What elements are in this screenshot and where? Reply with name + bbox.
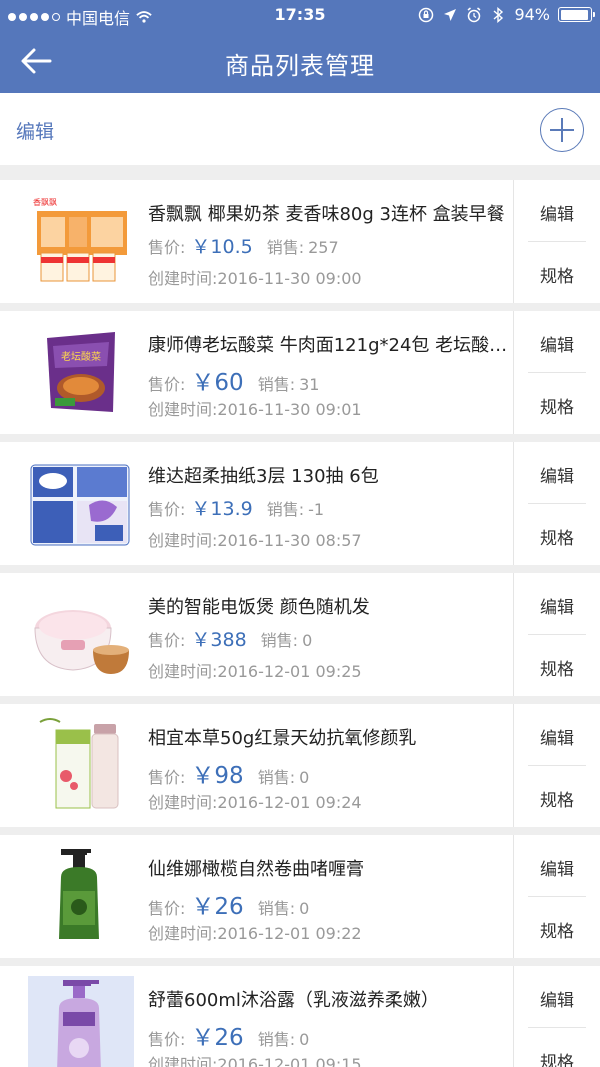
product-price: ￥26: [191, 894, 244, 920]
divider: [528, 896, 586, 897]
spec-button[interactable]: 规格: [514, 655, 600, 680]
edit-product-button[interactable]: 编辑: [514, 462, 600, 487]
nav-bar: 商品列表管理: [0, 30, 600, 93]
price-label: 售价:: [148, 1030, 186, 1049]
divider: [528, 372, 586, 373]
sales-label: 销售:: [266, 238, 305, 257]
product-name: 维达超柔抽纸3层 130抽 6包: [148, 466, 379, 487]
milk-tea-cups-icon: 香飘飘: [28, 190, 134, 290]
price-label: 售价:: [148, 631, 186, 650]
edit-product-button[interactable]: 编辑: [514, 986, 600, 1011]
sales-label: 销售:: [257, 768, 296, 787]
price-label: 售价:: [148, 238, 186, 257]
product-name: 香飘飘 椰果奶茶 麦香味80g 3连杯 盒装早餐: [148, 204, 505, 225]
toolbar: 编辑: [0, 93, 600, 165]
battery-percent: 94%: [514, 5, 550, 24]
spec-button[interactable]: 规格: [514, 524, 600, 549]
product-sales: 0: [299, 899, 310, 918]
price-label: 售价:: [148, 899, 186, 918]
sales-label: 销售:: [266, 500, 305, 519]
edit-product-button[interactable]: 编辑: [514, 593, 600, 618]
spec-button[interactable]: 规格: [514, 393, 600, 418]
pump-bottle-icon: [28, 845, 134, 945]
product-created-time: 创建时间:2016-12-01 09:25: [148, 662, 362, 681]
tissue-pack-icon: [28, 452, 134, 552]
product-name: 舒蕾600ml沐浴露（乳液滋养柔嫩）: [148, 990, 439, 1011]
location-icon: [442, 7, 458, 23]
product-sales: 0: [302, 631, 313, 650]
product-created-time: 创建时间:2016-12-01 09:15: [148, 1055, 362, 1067]
product-name: 康师傅老坛酸菜 牛肉面121g*24包 老坛酸菜牛肉面: [148, 335, 513, 356]
product-price: ￥13.9: [191, 498, 253, 520]
product-created-time: 创建时间:2016-11-30 09:01: [148, 400, 362, 419]
product-created-time: 创建时间:2016-12-01 09:24: [148, 793, 362, 812]
product-price: ￥98: [191, 763, 244, 789]
product-row[interactable]: 老坛酸菜 康师傅老坛酸菜 牛肉面121g*24包 老坛酸菜牛肉面 售价: ￥60…: [0, 311, 600, 434]
divider: [528, 503, 586, 504]
product-created-time: 创建时间:2016-12-01 09:22: [148, 924, 362, 943]
lock-rotation-icon: [418, 7, 434, 23]
product-row[interactable]: 香飘飘 香飘飘 椰果奶茶 麦香味80g 3连杯 盒装早餐 售价: ￥10.5 销…: [0, 180, 600, 303]
spec-button[interactable]: 规格: [514, 917, 600, 942]
divider: [528, 241, 586, 242]
divider: [528, 765, 586, 766]
sales-label: 销售:: [257, 1030, 296, 1049]
product-name: 相宜本草50g红景天幼抗氧修颜乳: [148, 728, 417, 749]
cosmetic-tube-icon: [28, 714, 134, 814]
divider: [528, 1027, 586, 1028]
page-title: 商品列表管理: [225, 52, 375, 80]
product-row[interactable]: 相宜本草50g红景天幼抗氧修颜乳 售价: ￥98 销售: 0 创建时间:2016…: [0, 704, 600, 827]
price-label: 售价:: [148, 375, 186, 394]
product-sales: 0: [299, 768, 310, 787]
battery-icon: [558, 7, 595, 22]
sales-label: 销售:: [257, 899, 296, 918]
product-price: ￥60: [191, 370, 244, 396]
status-bar: 中国电信 17:35 94%: [0, 0, 600, 30]
edit-list-button[interactable]: 编辑: [16, 117, 54, 144]
svg-text:香飘飘: 香飘飘: [33, 197, 57, 207]
product-created-time: 创建时间:2016-11-30 09:00: [148, 269, 362, 288]
add-product-button[interactable]: [540, 108, 584, 152]
product-row[interactable]: 维达超柔抽纸3层 130抽 6包 售价: ￥13.9 销售: -1 创建时间:2…: [0, 442, 600, 565]
product-sales: 257: [308, 238, 339, 257]
spec-button[interactable]: 规格: [514, 262, 600, 287]
bluetooth-icon: [490, 6, 506, 23]
alarm-icon: [466, 6, 482, 23]
svg-text:老坛酸菜: 老坛酸菜: [61, 350, 101, 363]
edit-product-button[interactable]: 编辑: [514, 855, 600, 880]
sales-label: 销售:: [257, 375, 296, 394]
sales-label: 销售:: [260, 631, 299, 650]
product-sales: 31: [299, 375, 320, 394]
product-row[interactable]: 美的智能电饭煲 颜色随机发 售价: ￥388 销售: 0 创建时间:2016-1…: [0, 573, 600, 696]
product-created-time: 创建时间:2016-11-30 08:57: [148, 531, 362, 550]
product-sales: -1: [308, 500, 325, 519]
product-name: 美的智能电饭煲 颜色随机发: [148, 597, 370, 618]
body-wash-bottle-icon: [28, 976, 134, 1067]
price-label: 售价:: [148, 768, 186, 787]
edit-product-button[interactable]: 编辑: [514, 724, 600, 749]
product-price: ￥388: [191, 629, 247, 651]
product-price: ￥10.5: [191, 236, 253, 258]
product-sales: 0: [299, 1030, 310, 1049]
spec-button[interactable]: 规格: [514, 786, 600, 811]
product-row[interactable]: 仙维娜橄榄自然卷曲啫喱膏 售价: ￥26 销售: 0 创建时间:2016-12-…: [0, 835, 600, 958]
rice-cooker-icon: [28, 583, 134, 683]
divider: [528, 634, 586, 635]
instant-noodle-pack-icon: 老坛酸菜: [28, 321, 134, 421]
plus-icon: [550, 118, 574, 142]
product-name: 仙维娜橄榄自然卷曲啫喱膏: [148, 859, 364, 880]
product-price: ￥26: [191, 1025, 244, 1051]
spec-button[interactable]: 规格: [514, 1048, 600, 1067]
product-row[interactable]: 舒蕾600ml沐浴露（乳液滋养柔嫩） 售价: ￥26 销售: 0 创建时间:20…: [0, 966, 600, 1067]
price-label: 售价:: [148, 500, 186, 519]
edit-product-button[interactable]: 编辑: [514, 331, 600, 356]
edit-product-button[interactable]: 编辑: [514, 200, 600, 225]
